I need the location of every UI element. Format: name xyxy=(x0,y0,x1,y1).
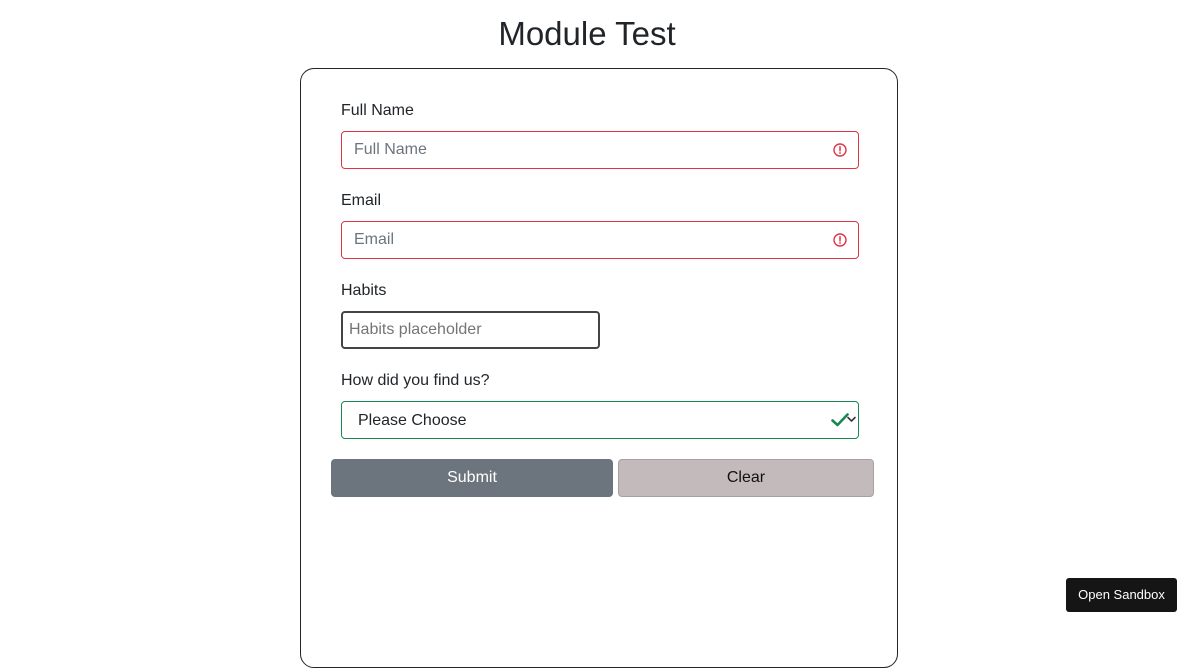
full-name-input[interactable] xyxy=(341,131,859,169)
exclamation-circle-icon xyxy=(833,143,847,157)
page-title: Module Test xyxy=(498,15,676,52)
chevron-down-icon xyxy=(847,416,856,422)
source-select-value: Please Choose xyxy=(358,412,467,429)
source-select[interactable]: Please Choose xyxy=(341,401,859,439)
source-label: How did you find us? xyxy=(341,372,490,389)
open-sandbox-button[interactable]: Open Sandbox xyxy=(1066,578,1177,612)
habits-input[interactable] xyxy=(341,311,600,349)
email-label: Email xyxy=(341,192,382,209)
submit-button[interactable]: Submit xyxy=(331,459,613,497)
form-card: Full Name Email Habits How did you find … xyxy=(300,68,898,668)
clear-button[interactable]: Clear xyxy=(618,459,874,497)
exclamation-circle-icon xyxy=(833,233,847,247)
habits-label: Habits xyxy=(341,282,387,299)
email-input[interactable] xyxy=(341,221,859,259)
full-name-label: Full Name xyxy=(341,102,414,119)
